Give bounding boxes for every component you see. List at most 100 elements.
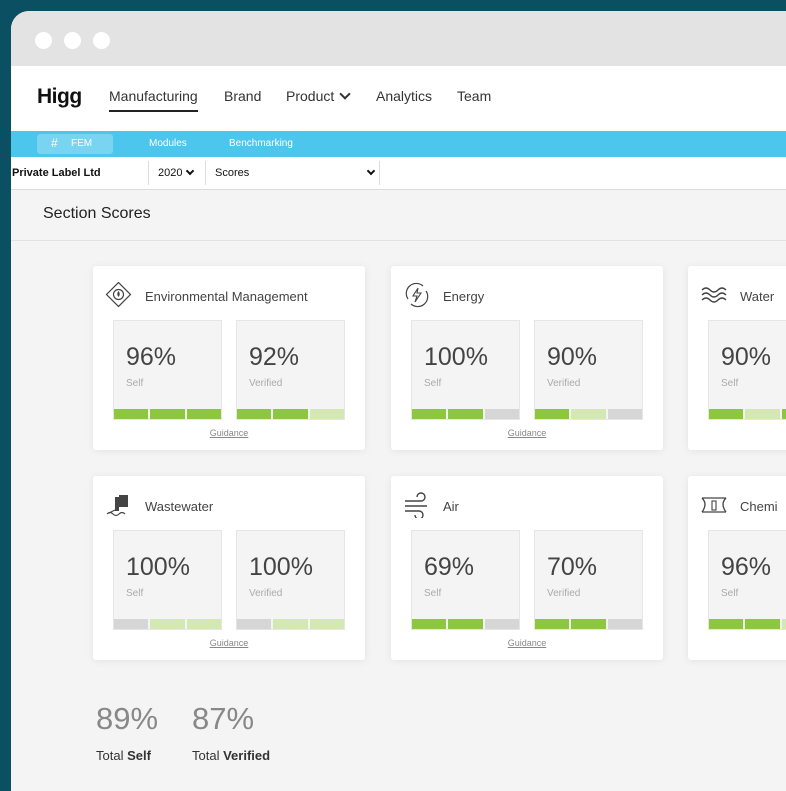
top-navbar: Higg Manufacturing Brand Product Analyti…	[11, 66, 786, 132]
self-score-label: Self	[126, 378, 144, 389]
score-bar-segment	[745, 409, 780, 419]
subnav-modules[interactable]: Modules	[149, 138, 187, 149]
score-bar	[237, 619, 344, 629]
guidance-link[interactable]: Guidance	[93, 638, 365, 648]
score-bar	[412, 619, 519, 629]
nav-manufacturing[interactable]: Manufacturing	[109, 88, 198, 112]
score-card: Environmental Management 96% Self 92% Verifi…	[93, 266, 365, 450]
filter-divider	[148, 161, 149, 185]
self-score-value: 100%	[126, 553, 190, 581]
total-verified-prefix: Total	[192, 748, 220, 763]
score-bar-segment	[709, 619, 744, 629]
guidance-link[interactable]: Guidance	[93, 428, 365, 438]
self-score-value: 96%	[126, 343, 177, 371]
window-maximize-dot[interactable]	[93, 32, 110, 49]
nav-product-label: Product	[286, 88, 335, 104]
env-management-icon	[105, 281, 133, 308]
score-bar	[114, 619, 221, 629]
verified-score-value: 92%	[249, 343, 300, 371]
self-score-label: Self	[424, 378, 442, 389]
company-selector[interactable]: Private Label Ltd	[12, 167, 101, 179]
verified-score-box: 90% Verified	[534, 320, 643, 420]
self-score-box: 69% Self	[411, 530, 520, 630]
window-minimize-dot[interactable]	[64, 32, 81, 49]
guidance-link[interactable]: Guidance	[391, 428, 663, 438]
total-self-prefix: Total	[96, 748, 124, 763]
score-bar	[114, 409, 221, 419]
score-card: Energy 100% Self 90% Verified Guidance	[391, 266, 663, 450]
score-bar-segment	[309, 619, 344, 629]
filter-divider	[379, 161, 380, 185]
card-title: Environmental Management	[145, 289, 308, 304]
chevron-down-icon	[186, 166, 195, 176]
subnav-fem-label: FEM	[71, 138, 93, 149]
score-bar-segment	[484, 619, 519, 629]
view-select[interactable]: Scores	[215, 166, 376, 179]
filter-divider	[205, 161, 206, 185]
view-label: Scores	[215, 167, 250, 179]
verified-score-box: 100% Verified	[236, 530, 345, 630]
energy-icon	[403, 282, 431, 308]
nav-analytics[interactable]: Analytics	[376, 88, 432, 104]
score-bar-segment	[448, 409, 483, 419]
wastewater-icon	[105, 492, 133, 518]
self-score-box: 90% Self	[708, 320, 786, 420]
nav-product[interactable]: Product	[286, 88, 351, 104]
score-bar-segment	[186, 619, 221, 629]
self-score-label: Self	[126, 588, 144, 599]
chevron-down-icon	[339, 88, 351, 100]
score-bar-segment	[186, 409, 221, 419]
score-bar-segment	[571, 619, 606, 629]
total-verified-label: Total Verified	[192, 748, 270, 763]
browser-window: Higg Manufacturing Brand Product Analyti…	[11, 11, 786, 791]
subnav-fem[interactable]: # FEM	[37, 134, 113, 154]
window-titlebar	[11, 11, 786, 66]
score-bar-segment	[781, 409, 786, 419]
section-header: Section Scores	[11, 190, 786, 241]
self-score-label: Self	[424, 588, 442, 599]
score-bar-segment	[607, 409, 642, 419]
year-select[interactable]: 2020	[158, 166, 195, 179]
self-score-box: 100% Self	[113, 530, 222, 630]
chevron-down-icon	[366, 166, 376, 176]
score-bar-segment	[273, 409, 308, 419]
nav-team[interactable]: Team	[457, 88, 491, 104]
nav-brand[interactable]: Brand	[224, 88, 261, 104]
grid-icon: #	[51, 136, 58, 150]
self-score-box: 100% Self	[411, 320, 520, 420]
filter-bar: Private Label Ltd 2020 Scores	[11, 157, 786, 190]
score-bar-segment	[535, 619, 570, 629]
score-bar	[237, 409, 344, 419]
verified-score-label: Verified	[249, 588, 283, 599]
verified-score-box: 92% Verified	[236, 320, 345, 420]
page-title: Section Scores	[43, 205, 151, 222]
verified-score-label: Verified	[249, 378, 283, 389]
total-self: 89% Total Self	[96, 701, 158, 763]
score-bar-segment	[237, 409, 272, 419]
score-bar	[709, 619, 786, 629]
water-icon	[700, 282, 728, 308]
self-score-label: Self	[721, 588, 739, 599]
card-title: Wastewater	[145, 499, 214, 514]
card-title: Air	[443, 499, 459, 514]
score-bar-segment	[273, 619, 308, 629]
score-card: Wastewater 100% Self 100% Verified Guidance	[93, 476, 365, 660]
total-verified-value: 87%	[192, 701, 255, 736]
score-bar-segment	[150, 409, 185, 419]
self-score-value: 69%	[424, 553, 475, 581]
score-bar-segment	[114, 409, 149, 419]
score-bar-segment	[448, 619, 483, 629]
self-score-box: 96% Self	[708, 530, 786, 630]
air-icon	[403, 492, 431, 520]
window-close-dot[interactable]	[35, 32, 52, 49]
higg-logo[interactable]: Higg	[37, 85, 82, 109]
score-bar-segment	[150, 619, 185, 629]
score-bar-segment	[484, 409, 519, 419]
guidance-link[interactable]: Guidance	[391, 638, 663, 648]
score-bar	[535, 409, 642, 419]
score-card: Air 69% Self 70% Verified Guidance	[391, 476, 663, 660]
score-card: Water 90% Self	[688, 266, 786, 450]
self-score-box: 96% Self	[113, 320, 222, 420]
total-verified: 87% Total Verified	[192, 701, 270, 763]
subnav-benchmarking[interactable]: Benchmarking	[229, 138, 293, 149]
